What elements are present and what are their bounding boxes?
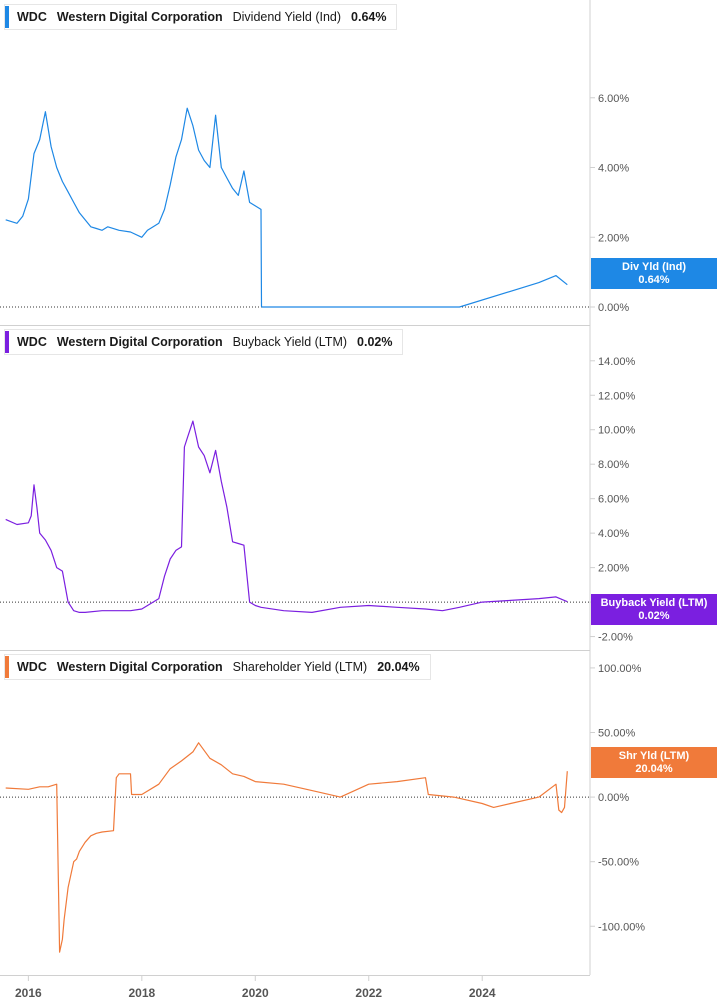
- y-tick-label: 10.00%: [598, 425, 636, 437]
- legend-value: 0.02%: [357, 335, 393, 349]
- legend-shareholder-yield: WDC Western Digital Corporation Sharehol…: [4, 654, 431, 680]
- legend-dividend-yield: WDC Western Digital Corporation Dividend…: [4, 4, 398, 30]
- legend-series-name: Buyback Yield (LTM): [232, 335, 348, 349]
- y-tick-label: -50.00%: [598, 857, 639, 869]
- series-line-shareholder: [5, 742, 568, 953]
- legend-value: 0.64%: [351, 10, 387, 24]
- x-tick-label: 2020: [242, 986, 269, 1000]
- tag-label: Buyback Yield (LTM): [600, 597, 708, 609]
- y-tick-label: 100.00%: [598, 663, 642, 675]
- y-tick-label: 50.00%: [598, 728, 636, 740]
- y-tick-label: 2.00%: [598, 563, 629, 575]
- legend-ticker: WDC: [17, 10, 47, 24]
- y-tick-label: 6.00%: [598, 93, 629, 105]
- x-tick-label: 2022: [355, 986, 382, 1000]
- tag-label: Shr Yld (LTM): [618, 750, 690, 762]
- x-tick-label: 2024: [469, 986, 496, 1000]
- y-tick-label: 0.00%: [598, 792, 629, 804]
- chart-canvas: 0.00% 2.00% 4.00% 6.00% -2.00% 0.00% 2.00% 4.00…: [0, 0, 645, 1000]
- legend-series-name: Dividend Yield (Ind): [232, 10, 342, 24]
- series-line-dividend: [5, 107, 568, 308]
- x-tick-label: 2018: [128, 986, 155, 1000]
- legend-series-name: Shareholder Yield (LTM): [232, 660, 368, 674]
- y-tick-label: -100.00%: [598, 921, 645, 933]
- x-tick-label: 2016: [15, 986, 42, 1000]
- tag-value: 20.04%: [635, 762, 673, 775]
- y-tick-label: 0.00%: [598, 302, 629, 314]
- price-tag-shareholder: Shr Yld (LTM) 20.04%: [591, 747, 717, 778]
- price-tag-buyback: Buyback Yield (LTM) 0.02%: [591, 594, 717, 625]
- tag-value: 0.02%: [638, 609, 670, 622]
- price-tag-dividend: Div Yld (Ind) 0.64%: [591, 258, 717, 289]
- legend-value: 20.04%: [377, 660, 420, 674]
- legend-color-swatch: [5, 656, 9, 678]
- y-tick-label: 8.00%: [598, 459, 629, 471]
- legend-buyback-yield: WDC Western Digital Corporation Buyback …: [4, 329, 404, 355]
- tag-value: 0.64%: [638, 273, 670, 286]
- y-tick-label: 14.00%: [598, 356, 636, 368]
- y-tick-label: 4.00%: [598, 163, 629, 175]
- legend-ticker: WDC: [17, 660, 47, 674]
- y-tick-label: 12.00%: [598, 390, 636, 402]
- legend-company-name: Western Digital Corporation: [56, 335, 223, 349]
- legend-ticker: WDC: [17, 335, 47, 349]
- series-line-buyback: [5, 420, 568, 613]
- y-tick-label: 6.00%: [598, 494, 629, 506]
- y-tick-label: -2.00%: [598, 632, 633, 644]
- y-tick-label: 4.00%: [598, 528, 629, 540]
- legend-color-swatch: [5, 331, 9, 353]
- tag-label: Div Yld (Ind): [622, 261, 686, 273]
- y-tick-label: 2.00%: [598, 232, 629, 244]
- legend-company-name: Western Digital Corporation: [56, 660, 223, 674]
- legend-company-name: Western Digital Corporation: [56, 10, 223, 24]
- legend-color-swatch: [5, 6, 9, 28]
